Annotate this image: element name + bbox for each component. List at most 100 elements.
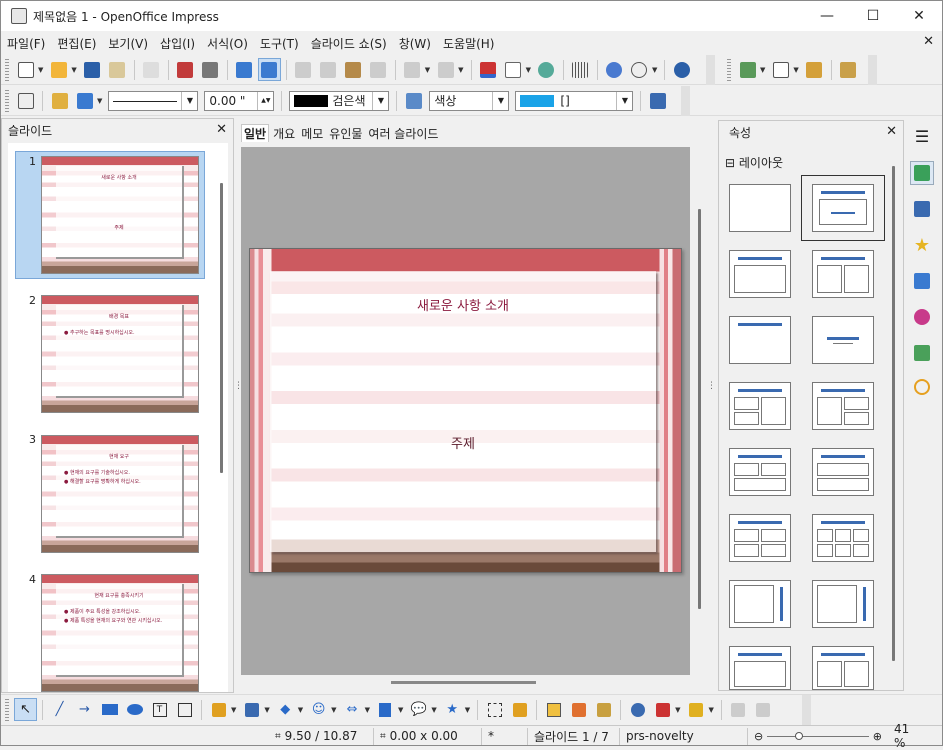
toolbar-overflow[interactable] <box>868 55 877 85</box>
zoom-out-icon[interactable]: ⊖ <box>754 730 763 743</box>
zoom-in-icon[interactable]: ⊕ <box>873 730 882 743</box>
table-icon[interactable] <box>502 58 525 81</box>
fontwork-icon[interactable] <box>542 698 565 721</box>
layout-title-6content[interactable] <box>812 514 874 562</box>
layout-title-content[interactable] <box>729 250 791 298</box>
clone-format-icon[interactable] <box>367 58 390 81</box>
area-style-select[interactable]: 색상 ▼ <box>429 90 510 111</box>
menu-insert[interactable]: 삽입(I) <box>154 35 201 52</box>
layout-section-header[interactable]: ⊟ 레이아웃 <box>725 154 783 171</box>
gallery-icon[interactable] <box>910 341 934 365</box>
toolbar-grip[interactable] <box>727 59 731 81</box>
toolbar-grip[interactable] <box>5 58 9 81</box>
open-folder-icon[interactable] <box>47 58 70 81</box>
symbols-dropdown-icon[interactable]: ▼ <box>331 706 336 714</box>
arrange-dropdown-icon[interactable]: ▼ <box>709 706 714 714</box>
interaction-icon[interactable] <box>752 698 775 721</box>
zoom-icon[interactable] <box>628 58 651 81</box>
connector-icon[interactable] <box>240 698 263 721</box>
canvas-horizontal-scrollbar[interactable] <box>391 681 536 684</box>
fit-text-icon[interactable] <box>173 698 196 721</box>
menu-help[interactable]: 도움말(H) <box>437 35 501 52</box>
line-style-select[interactable]: ▼ <box>108 90 199 111</box>
edit-file-icon[interactable] <box>140 58 163 81</box>
email-icon[interactable] <box>106 58 129 81</box>
custom-animation-icon[interactable]: ★ <box>910 233 934 257</box>
curve-dropdown-icon[interactable]: ▼ <box>231 706 236 714</box>
callouts-icon[interactable]: 💬 <box>407 698 430 721</box>
tab-slide-sorter[interactable]: 여러 슬라이드 <box>366 125 440 142</box>
ellipse-icon[interactable] <box>123 698 146 721</box>
line-style-icon[interactable] <box>14 89 37 112</box>
styles-icon[interactable] <box>910 305 934 329</box>
shadow-icon[interactable] <box>646 89 669 112</box>
slide-canvas[interactable]: 새로운 사항 소개 주제 <box>241 147 701 684</box>
right-splitter-handle[interactable]: ⋮ <box>707 381 716 421</box>
layout-title-content-over-content[interactable] <box>812 448 874 496</box>
zoom-slider[interactable]: ⊖ ⊕ <box>748 728 888 745</box>
menu-slideshow[interactable]: 슬라이드 쇼(S) <box>305 35 393 52</box>
layout-vertical-title-text-chart[interactable] <box>812 580 874 628</box>
new-slide-dropdown-icon[interactable]: ▼ <box>760 66 765 74</box>
toolbar-grip[interactable] <box>5 698 9 721</box>
chevron-down-icon[interactable]: ▼ <box>372 91 388 110</box>
layout-title-content-2content[interactable] <box>812 382 874 430</box>
shapes-dropdown-icon[interactable]: ▼ <box>298 706 303 714</box>
slide-layout-icon[interactable] <box>769 59 792 82</box>
slides-scrollbar[interactable] <box>220 183 223 473</box>
tab-outline[interactable]: 개요 <box>271 125 297 142</box>
close-icon[interactable]: ✕ <box>886 124 897 139</box>
print-icon[interactable] <box>199 58 222 81</box>
stars-dropdown-icon[interactable]: ▼ <box>465 706 470 714</box>
new-dropdown-icon[interactable]: ▼ <box>38 66 43 74</box>
arrow-line-icon[interactable]: → <box>73 698 96 721</box>
points-icon[interactable] <box>483 698 506 721</box>
stars-icon[interactable]: ★ <box>441 698 464 721</box>
slide-transition-icon[interactable] <box>910 269 934 293</box>
layout-title-4content[interactable] <box>729 514 791 562</box>
undo-icon[interactable] <box>401 58 424 81</box>
copy-icon[interactable] <box>317 58 340 81</box>
layout-vertical-title-text[interactable] <box>729 580 791 628</box>
slide-design-icon[interactable] <box>803 59 826 82</box>
menu-window[interactable]: 창(W) <box>393 35 437 52</box>
new-document-icon[interactable] <box>14 58 37 81</box>
arrows-dropdown-icon[interactable]: ▼ <box>365 706 370 714</box>
menu-file[interactable]: 파일(F) <box>1 35 51 52</box>
help-icon[interactable] <box>670 58 693 81</box>
chevron-down-icon[interactable]: ▼ <box>492 91 508 110</box>
layout-title-2content-content[interactable] <box>729 382 791 430</box>
toolbar-grip[interactable] <box>5 89 9 112</box>
slide-thumbnail-2[interactable]: 배경 목표 ● 추구하는 목표를 명시하십시오. <box>41 295 199 413</box>
line-color-select[interactable]: 검은색 ▼ <box>289 90 390 111</box>
undo-dropdown-icon[interactable]: ▼ <box>425 66 430 74</box>
gallery-insert-icon[interactable] <box>592 698 615 721</box>
cut-icon[interactable] <box>292 58 315 81</box>
chart-icon[interactable] <box>477 58 500 81</box>
symbol-shapes-icon[interactable]: ☺ <box>307 698 330 721</box>
zoom-track[interactable] <box>767 731 869 740</box>
alignment-icon[interactable] <box>651 698 674 721</box>
current-slide[interactable]: 새로운 사항 소개 주제 <box>249 248 682 573</box>
navigator-icon[interactable] <box>910 375 934 399</box>
select-cursor-icon[interactable]: ↖ <box>14 698 37 721</box>
rectangle-icon[interactable] <box>98 698 121 721</box>
block-arrows-icon[interactable]: ⇔ <box>341 698 364 721</box>
tab-handout[interactable]: 유인물 <box>327 125 364 142</box>
close-document-icon[interactable]: ✕ <box>923 34 934 49</box>
toolbar-overflow[interactable] <box>706 55 715 85</box>
tab-notes[interactable]: 메모 <box>299 125 325 142</box>
new-slide-icon[interactable] <box>736 59 759 82</box>
layout-blank[interactable] <box>729 184 791 232</box>
properties-scrollbar[interactable] <box>892 166 895 661</box>
arrow-style-icon[interactable] <box>73 89 96 112</box>
menu-edit[interactable]: 편집(E) <box>51 35 102 52</box>
flowchart-icon[interactable] <box>374 698 397 721</box>
chevron-down-icon[interactable]: ▼ <box>616 91 632 110</box>
maximize-button[interactable]: ☐ <box>850 1 896 31</box>
slide-thumbnail-4[interactable]: 현재 요구를 충족시키기 ● 제품이 주요 특성을 강조하십시오. ● 제품 특… <box>41 574 199 692</box>
layout-title-only[interactable] <box>729 316 791 364</box>
slide-thumbnail-3[interactable]: 현재 요구 ● 현재의 요구를 기술하십시오. ● 해결할 요구를 명확하게 하… <box>41 435 199 553</box>
menu-tools[interactable]: 도구(T) <box>254 35 305 52</box>
open-dropdown-icon[interactable]: ▼ <box>71 66 76 74</box>
